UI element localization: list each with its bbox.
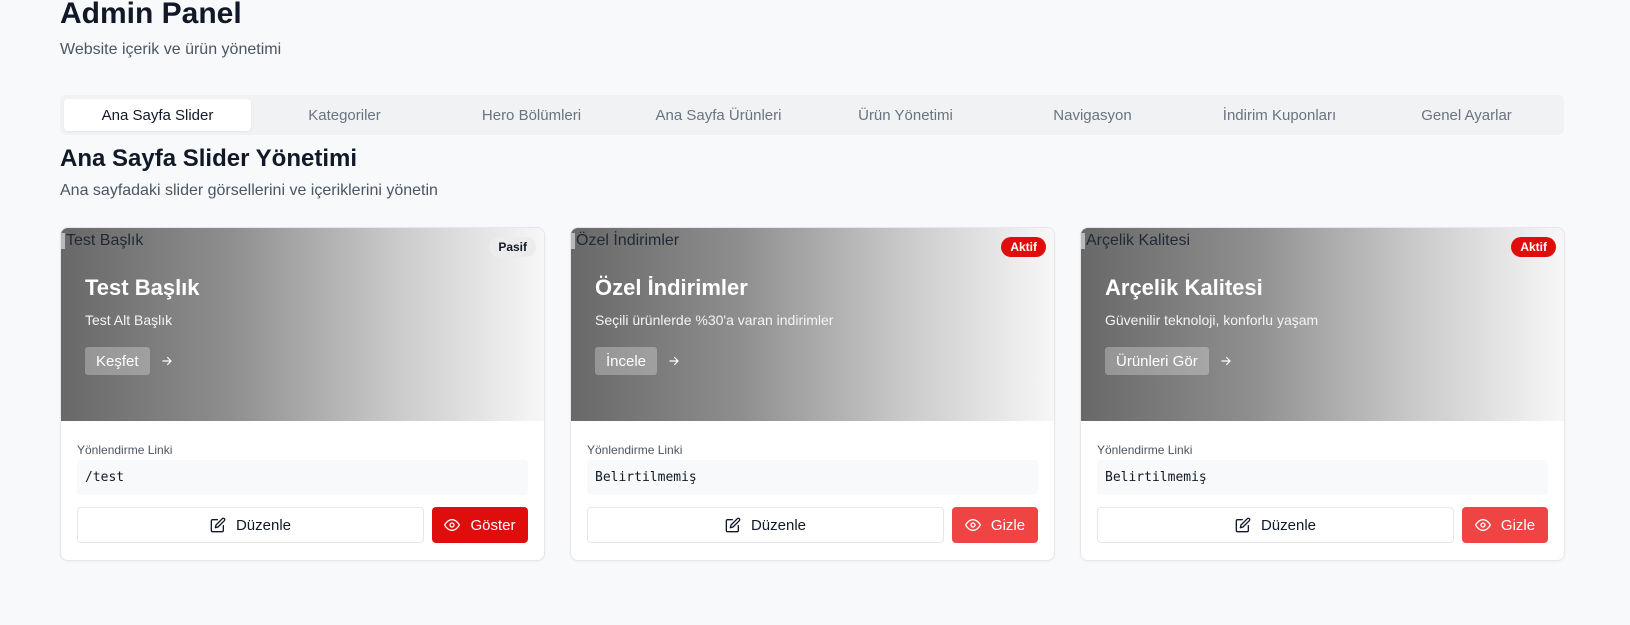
broken-image-icon <box>61 233 65 249</box>
tab-indirim-kuponlari[interactable]: İndirim Kuponları <box>1186 99 1373 131</box>
section-subtitle: Ana sayfadaki slider görsellerini ve içe… <box>60 182 438 199</box>
hide-button-label: Gizle <box>1500 516 1536 534</box>
tab-kategoriler[interactable]: Kategoriler <box>251 99 438 131</box>
slider-subtitle: Seçili ürünlerde %30'a varan indirimler <box>595 312 834 328</box>
link-label: Yönlendirme Linki <box>77 443 173 457</box>
broken-image-icon <box>1081 233 1085 249</box>
slider-image: Test Başlık <box>61 232 143 250</box>
slider-card: Özel İndirimler Aktif Özel İndirimler Se… <box>570 227 1055 561</box>
hide-button-label: Gizle <box>990 516 1026 534</box>
edit-icon <box>725 517 741 533</box>
edit-button[interactable]: Düzenle <box>77 507 424 543</box>
slider-cta-button[interactable]: Ürünleri Gör <box>1105 347 1209 375</box>
broken-image-icon <box>571 233 575 249</box>
link-label: Yönlendirme Linki <box>587 443 683 457</box>
tab-ana-sayfa-slider[interactable]: Ana Sayfa Slider <box>64 99 251 131</box>
slider-image: Arçelik Kalitesi <box>1081 232 1190 250</box>
edit-button-label: Düzenle <box>1260 516 1317 534</box>
arrow-right-icon <box>669 356 679 366</box>
eye-icon <box>444 517 461 533</box>
page-subtitle: Website içerik ve ürün yönetimi <box>60 41 282 58</box>
slider-cta-button[interactable]: İncele <box>595 347 658 375</box>
slider-preview: Test Başlık Pasif Test Başlık Test Alt B… <box>61 228 544 421</box>
arrow-right-icon <box>161 356 172 366</box>
slider-image: Özel İndirimler <box>571 232 679 250</box>
link-value: Belirtilmemiş <box>587 460 1038 495</box>
status-badge: Aktif <box>1511 237 1556 257</box>
edit-button-label: Düzenle <box>750 516 807 534</box>
edit-button-label: Düzenle <box>235 516 292 534</box>
slider-image-alt: Özel İndirimler <box>576 232 680 249</box>
tab-bar: Ana Sayfa Slider Kategoriler Hero Bölüml… <box>60 95 1564 135</box>
slider-cta-button[interactable]: Keşfet <box>85 347 150 375</box>
link-value: /test <box>77 460 528 495</box>
slider-title: Özel İndirimler <box>595 275 748 300</box>
tab-urun-yonetimi[interactable]: Ürün Yönetimi <box>812 99 999 131</box>
edit-button[interactable]: Düzenle <box>587 507 944 543</box>
eye-icon <box>1474 517 1491 533</box>
edit-button[interactable]: Düzenle <box>1097 507 1454 543</box>
link-label: Yönlendirme Linki <box>1097 443 1193 457</box>
card-body: Yönlendirme Linki Belirtilmemiş Düzenle … <box>1081 421 1564 543</box>
card-actions: Düzenle Gizle <box>587 507 1038 543</box>
slider-title: Arçelik Kalitesi <box>1105 275 1263 300</box>
slider-image-alt: Arçelik Kalitesi <box>1086 232 1191 249</box>
edit-icon <box>210 517 226 533</box>
slider-card: Arçelik Kalitesi Aktif Arçelik Kalitesi … <box>1080 227 1565 561</box>
slider-preview: Arçelik Kalitesi Aktif Arçelik Kalitesi … <box>1081 228 1564 421</box>
section-title: Ana Sayfa Slider Yönetimi <box>60 145 357 172</box>
slider-card: Test Başlık Pasif Test Başlık Test Alt B… <box>60 227 545 561</box>
slider-title: Test Başlık <box>85 275 200 300</box>
tab-ana-sayfa-urunleri[interactable]: Ana Sayfa Ürünleri <box>625 99 812 131</box>
slider-preview: Özel İndirimler Aktif Özel İndirimler Se… <box>571 228 1054 421</box>
card-actions: Düzenle Göster <box>77 507 528 543</box>
tab-genel-ayarlar[interactable]: Genel Ayarlar <box>1373 99 1560 131</box>
slider-cta: Keşfet <box>85 347 174 375</box>
hide-button[interactable]: Gizle <box>1462 507 1548 543</box>
eye-icon <box>964 517 981 533</box>
show-button[interactable]: Göster <box>432 507 528 543</box>
slider-cta: Ürünleri Gör <box>1105 347 1233 375</box>
show-button-label: Göster <box>470 516 516 534</box>
slider-image-alt: Test Başlık <box>66 232 144 249</box>
tab-hero-bolumleri[interactable]: Hero Bölümleri <box>438 99 625 131</box>
card-body: Yönlendirme Linki Belirtilmemiş Düzenle … <box>571 421 1054 543</box>
link-value: Belirtilmemiş <box>1097 460 1548 495</box>
status-badge: Aktif <box>1001 237 1046 257</box>
arrow-right-icon <box>1221 356 1231 366</box>
page-title: Admin Panel <box>60 0 242 30</box>
edit-icon <box>1235 517 1251 533</box>
card-actions: Düzenle Gizle <box>1097 507 1548 543</box>
admin-page: Admin Panel Website içerik ve ürün yönet… <box>0 0 1630 625</box>
status-badge: Pasif <box>489 237 536 257</box>
slider-subtitle: Güvenilir teknoloji, konforlu yaşam <box>1105 312 1319 328</box>
tab-navigasyon[interactable]: Navigasyon <box>999 99 1186 131</box>
hide-button[interactable]: Gizle <box>952 507 1038 543</box>
slider-cta: İncele <box>595 347 681 375</box>
slider-subtitle: Test Alt Başlık <box>85 312 173 328</box>
card-body: Yönlendirme Linki /test Düzenle Göster <box>61 421 544 543</box>
slider-cards: Test Başlık Pasif Test Başlık Test Alt B… <box>60 227 1565 561</box>
